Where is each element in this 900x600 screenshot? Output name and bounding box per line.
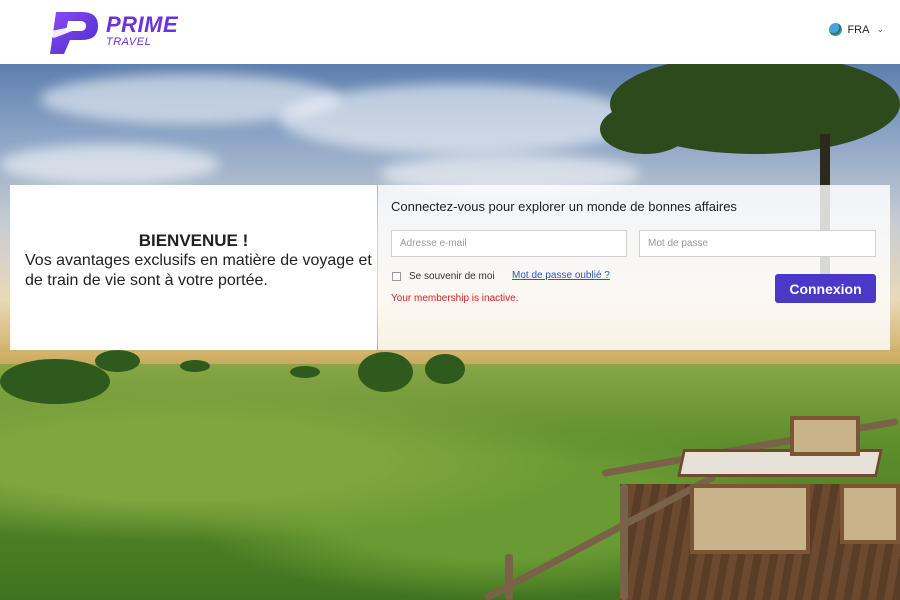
wooden-chair	[840, 484, 900, 544]
bush	[290, 366, 320, 378]
bush	[180, 360, 210, 372]
email-field[interactable]	[391, 230, 627, 257]
chevron-down-icon: ⌄	[876, 24, 884, 34]
globe-icon	[829, 23, 843, 36]
forgot-password-link[interactable]: Mot de passe oublié ?	[512, 270, 610, 281]
acacia-tree-canopy	[600, 104, 690, 154]
welcome-panel: BIENVENUE ! Vos avantages exclusifs en m…	[10, 185, 377, 350]
cloud	[280, 84, 640, 154]
deck-post	[620, 484, 628, 600]
cloud	[0, 144, 220, 184]
error-message: Your membership is inactive.	[391, 293, 519, 304]
brand-logo[interactable]: PRIME TRAVEL	[46, 6, 196, 56]
bush	[95, 350, 140, 372]
language-label: FRA	[847, 23, 870, 36]
login-panel: Connectez-vous pour explorer un monde de…	[378, 185, 890, 350]
bush	[0, 359, 110, 404]
remember-me-label: Se souvenir de moi	[409, 271, 495, 282]
brand-name: PRIME	[106, 12, 179, 37]
welcome-text: Vos avantages exclusifs en matière de vo…	[25, 252, 372, 289]
language-selector[interactable]: FRA ⌄	[829, 23, 884, 36]
header: PRIME TRAVEL FRA ⌄	[0, 0, 900, 64]
login-title: Connectez-vous pour explorer un monde de…	[391, 199, 737, 214]
login-button[interactable]: Connexion	[775, 274, 876, 303]
bush	[425, 354, 465, 384]
remember-me-checkbox[interactable]	[392, 272, 401, 281]
brand-subtitle: TRAVEL	[106, 36, 152, 48]
password-field[interactable]	[639, 230, 876, 257]
bush	[358, 352, 413, 392]
wooden-chair	[690, 484, 810, 554]
welcome-title: BIENVENUE !	[138, 231, 249, 250]
remember-me[interactable]: Se souvenir de moi	[392, 271, 495, 282]
brand-wordmark: PRIME TRAVEL	[106, 14, 178, 48]
wooden-chair	[790, 416, 860, 456]
logo-mark-icon	[46, 12, 98, 54]
deck-post	[505, 554, 513, 600]
